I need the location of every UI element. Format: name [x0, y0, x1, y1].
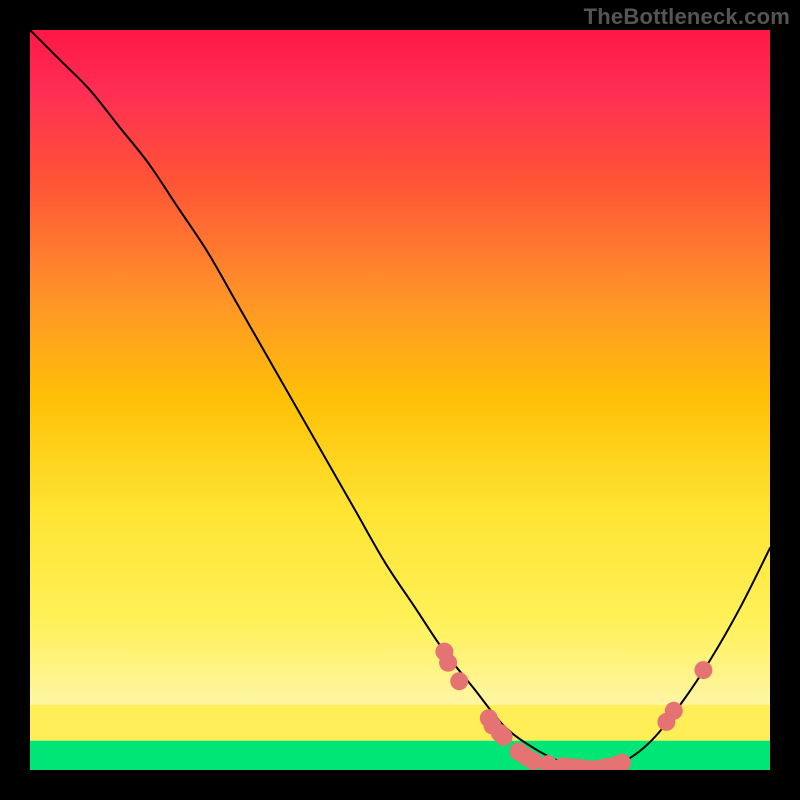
data-point — [450, 672, 468, 690]
data-point — [439, 654, 457, 672]
data-point — [694, 661, 712, 679]
data-point — [495, 728, 513, 746]
data-point — [524, 752, 542, 770]
watermark-text: TheBottleneck.com — [584, 4, 790, 30]
chart-stage: TheBottleneck.com — [0, 0, 800, 800]
gradient-background — [30, 30, 770, 770]
bottom-band — [30, 705, 770, 770]
data-point — [665, 702, 683, 720]
chart-svg — [30, 30, 770, 770]
